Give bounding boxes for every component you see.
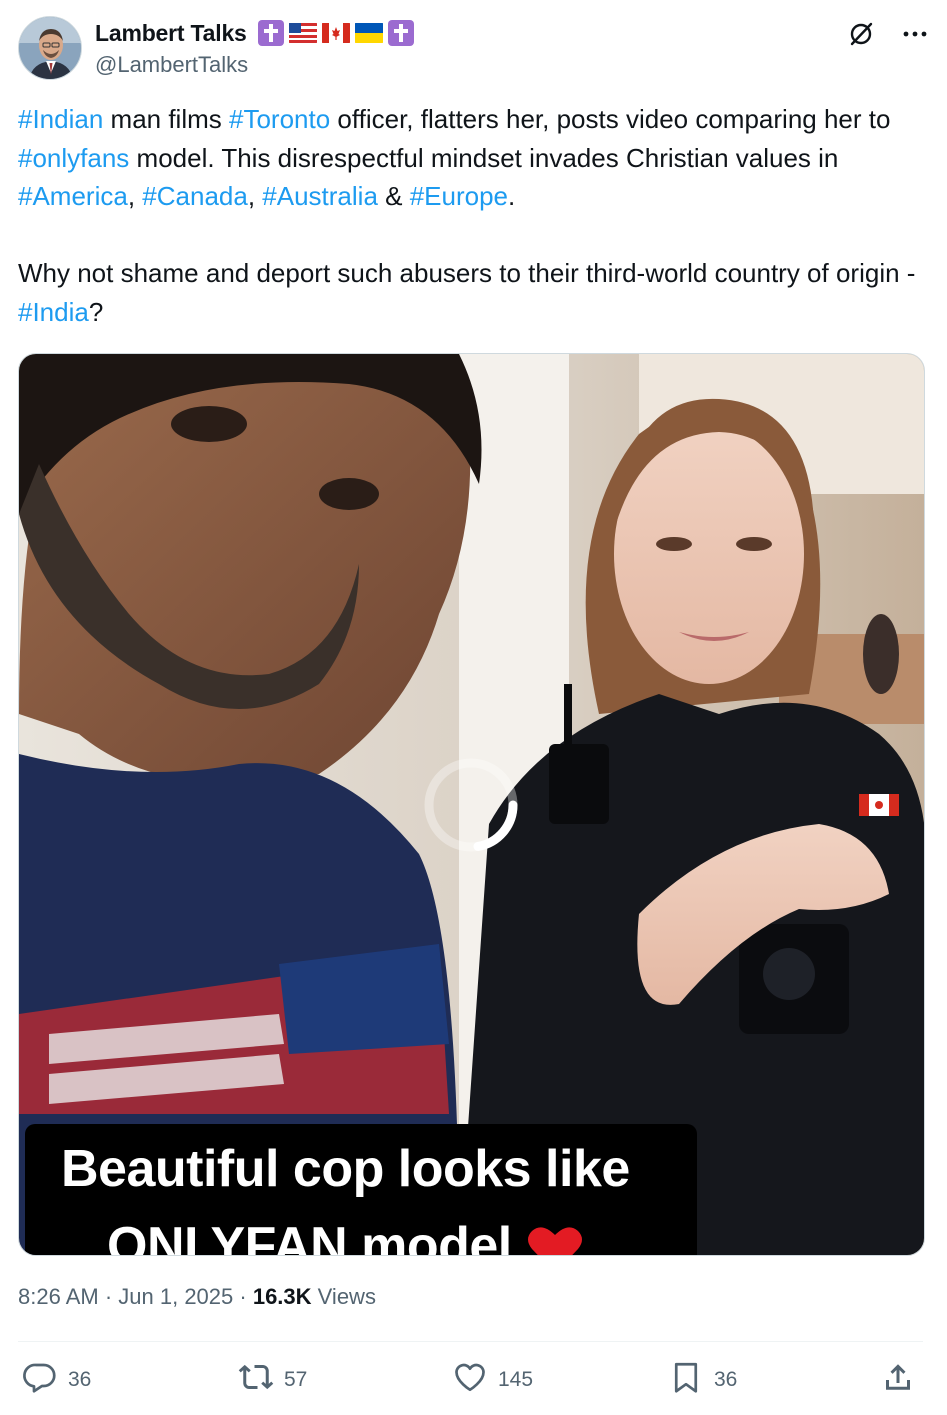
tweet-text-segment: .: [508, 181, 516, 211]
repost-count: 57: [284, 1368, 308, 1391]
meta-separator: ·: [233, 1284, 253, 1309]
hashtag-link[interactable]: #America: [18, 181, 128, 211]
tweet-text-segment: model. This disrespectful mindset invade…: [129, 142, 846, 173]
tweet-actions-bar: 36 57 145 36: [18, 1356, 923, 1404]
heart-emoji: [526, 1223, 584, 1255]
hashtag-link[interactable]: #Australia: [262, 181, 378, 211]
tweet-text-segment: Why not shame and deport such abusers to…: [18, 258, 923, 288]
us-flag-emoji: [288, 20, 317, 46]
latin-cross-emoji: [257, 20, 284, 46]
reply-button[interactable]: 36: [22, 1356, 91, 1404]
tweet-date[interactable]: Jun 1, 2025: [118, 1284, 233, 1309]
hashtag-link[interactable]: #Toronto: [229, 104, 330, 134]
repost-icon: [238, 1359, 274, 1401]
author-avatar[interactable]: [18, 16, 82, 80]
canada-flag-emoji: [321, 20, 350, 46]
more-options-icon[interactable]: [901, 20, 929, 48]
latin-cross-emoji: [387, 20, 414, 46]
video-caption-line-1: Beautiful cop looks like: [61, 1140, 630, 1198]
like-button[interactable]: 145: [452, 1356, 533, 1404]
reply-icon: [22, 1359, 58, 1401]
grok-icon[interactable]: [847, 20, 875, 48]
video-caption-line-2: ONLYFAN model: [107, 1216, 584, 1256]
tweet-text-segment: ,: [127, 181, 143, 211]
views-label: Views: [311, 1284, 376, 1309]
bookmark-icon: [668, 1359, 704, 1401]
tweet-header: Lambert Talks @LambertTalks: [18, 16, 929, 82]
share-icon: [880, 1359, 916, 1401]
ukraine-flag-emoji: [354, 20, 383, 46]
like-count: 145: [498, 1368, 534, 1391]
tweet-text-segment: &: [377, 181, 410, 211]
author-handle[interactable]: @LambertTalks: [95, 52, 414, 78]
tweet-text-segment: ,: [247, 181, 263, 211]
tweet-text: #Indian man films #Toronto officer, flat…: [18, 100, 923, 331]
bookmark-button[interactable]: 36: [668, 1356, 737, 1404]
views-count: 16.3K: [252, 1284, 312, 1309]
divider: [18, 1341, 923, 1342]
hashtag-link[interactable]: #Canada: [142, 181, 248, 211]
hashtag-link[interactable]: #Europe: [410, 181, 508, 211]
bookmark-count: 36: [714, 1368, 738, 1391]
tweet-text-segment: ?: [88, 296, 104, 327]
author-display-name-row[interactable]: Lambert Talks: [95, 18, 414, 48]
reply-count: 36: [68, 1368, 92, 1391]
video-caption-line-2-text: ONLYFAN model: [107, 1217, 512, 1256]
hashtag-link[interactable]: #Indian: [18, 104, 103, 134]
tweet-text-segment: officer, flatters her, posts video compa…: [330, 104, 898, 134]
share-button[interactable]: [880, 1356, 916, 1404]
hashtag-link[interactable]: #India: [18, 297, 89, 327]
video-player[interactable]: Beautiful cop looks like ONLYFAN model: [18, 353, 925, 1256]
meta-separator: ·: [98, 1284, 119, 1309]
loading-spinner-icon: [423, 757, 519, 853]
hashtag-link[interactable]: #onlyfans: [18, 143, 129, 173]
tweet-meta: 8:26 AM · Jun 1, 2025 · 16.3K Views: [18, 1284, 376, 1310]
tweet-time[interactable]: 8:26 AM: [18, 1284, 99, 1309]
repost-button[interactable]: 57: [238, 1356, 307, 1404]
author-display-name[interactable]: Lambert Talks: [95, 20, 247, 47]
tweet-text-segment: man films: [103, 104, 229, 134]
heart-icon: [452, 1359, 488, 1401]
